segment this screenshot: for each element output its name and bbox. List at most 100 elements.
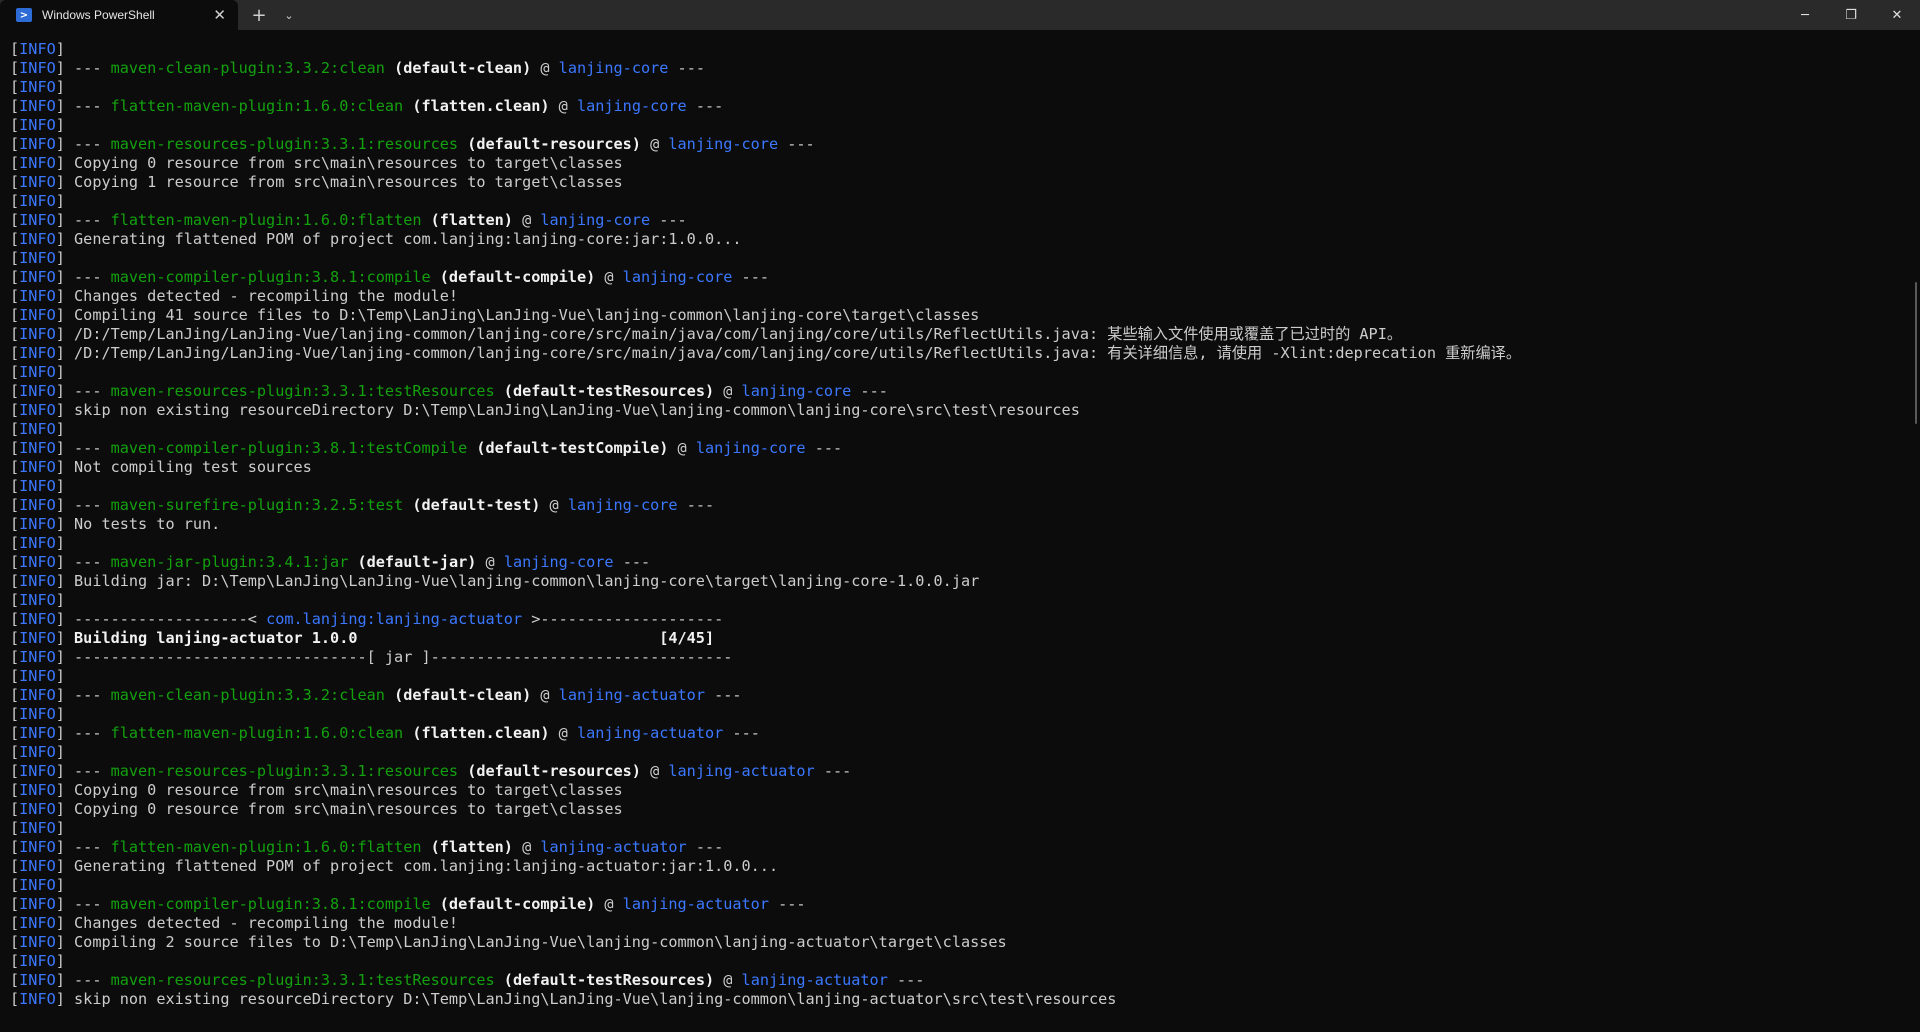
bracket-close: ] (55, 800, 75, 818)
terminal-line: [INFO] (10, 743, 1920, 762)
terminal-line: [INFO] (10, 952, 1920, 971)
project-name: lanjing-actuator (622, 895, 769, 913)
window-controls: ─ ❐ ✕ (1782, 0, 1920, 30)
new-tab-button[interactable]: + (240, 0, 278, 30)
plugin-suffix: --- (814, 762, 852, 780)
log-level: INFO (19, 154, 56, 172)
bracket-close: ] (55, 667, 75, 685)
artifact-name: com.lanjing:lanjing-actuator (266, 610, 523, 628)
plugin-prefix: --- (74, 135, 111, 153)
log-level: INFO (19, 59, 56, 77)
terminal-line: [INFO] --- flatten-maven-plugin:1.6.0:fl… (10, 838, 1920, 857)
bracket-open: [ (10, 135, 20, 153)
bracket-close: ] (55, 876, 75, 894)
terminal-line: [INFO] skip non existing resourceDirecto… (10, 990, 1920, 1009)
bracket-close: ] (55, 743, 75, 761)
bracket-close: ] (55, 59, 75, 77)
log-level: INFO (19, 534, 56, 552)
bracket-open: [ (10, 876, 20, 894)
bracket-close: ] (55, 781, 75, 799)
log-level: INFO (19, 667, 56, 685)
bracket-open: [ (10, 743, 20, 761)
plugin-suffix: --- (668, 59, 705, 77)
plugin-prefix: --- (74, 439, 111, 457)
log-level: INFO (19, 762, 56, 780)
plugin-goal: flatten-maven-plugin:1.6.0:clean (110, 97, 404, 115)
at-sign: @ (540, 496, 568, 514)
tab-windows-powershell[interactable]: > Windows PowerShell ✕ (0, 0, 238, 30)
log-text: Copying 1 resource from src\main\resourc… (74, 173, 623, 191)
plugin-suffix: --- (732, 268, 769, 286)
log-level: INFO (19, 914, 56, 932)
log-level: INFO (19, 800, 56, 818)
at-sign: @ (640, 135, 669, 153)
execution-id: (default-resources) (458, 135, 641, 153)
terminal-line: [INFO] --- flatten-maven-plugin:1.6.0:cl… (10, 97, 1920, 116)
bracket-open: [ (10, 325, 20, 343)
bracket-open: [ (10, 78, 20, 96)
terminal-line: [INFO] (10, 249, 1920, 268)
close-window-button[interactable]: ✕ (1874, 0, 1920, 30)
log-level: INFO (19, 268, 56, 286)
terminal-line: [INFO] (10, 420, 1920, 439)
header-right: >-------------------- (522, 610, 724, 628)
plugin-suffix: --- (650, 211, 687, 229)
log-level: INFO (19, 819, 56, 837)
bracket-close: ] (55, 629, 75, 647)
bracket-open: [ (10, 629, 20, 647)
log-level: INFO (19, 496, 56, 514)
project-name: lanjing-core (622, 268, 733, 286)
log-text: No tests to run. (74, 515, 221, 533)
log-level: INFO (19, 610, 56, 628)
project-name: lanjing-core (668, 135, 779, 153)
at-sign: @ (476, 553, 504, 571)
plugin-suffix: --- (613, 553, 651, 571)
chevron-down-icon[interactable]: ⌄ (278, 0, 300, 30)
log-level: INFO (19, 724, 56, 742)
bracket-open: [ (10, 420, 20, 438)
log-text: Generating flattened POM of project com.… (74, 230, 742, 248)
terminal-line: [INFO] Building lanjing-actuator 1.0.0 [… (10, 629, 1920, 648)
bracket-open: [ (10, 230, 20, 248)
plugin-prefix: --- (74, 496, 111, 514)
bracket-open: [ (10, 439, 20, 457)
bracket-open: [ (10, 952, 20, 970)
minimize-button[interactable]: ─ (1782, 0, 1828, 30)
bracket-open: [ (10, 116, 20, 134)
terminal-output[interactable]: [INFO] [INFO] --- maven-clean-plugin:3.3… (0, 30, 1920, 1032)
terminal-line: [INFO] --- maven-resources-plugin:3.3.1:… (10, 382, 1920, 401)
tab-close-icon[interactable]: ✕ (213, 6, 226, 24)
log-text: --------------------------------[ jar ]-… (74, 648, 733, 666)
bracket-open: [ (10, 496, 20, 514)
log-text: Compiling 41 source files to D:\Temp\Lan… (74, 306, 980, 324)
execution-id: (flatten.clean) (403, 97, 550, 115)
bracket-close: ] (55, 496, 75, 514)
at-sign: @ (549, 97, 577, 115)
bracket-open: [ (10, 97, 20, 115)
bracket-close: ] (55, 534, 75, 552)
log-level: INFO (19, 420, 56, 438)
bracket-open: [ (10, 363, 20, 381)
execution-id: (default-clean) (384, 686, 532, 704)
terminal-line: [INFO] Copying 0 resource from src\main\… (10, 154, 1920, 173)
terminal-line: [INFO] (10, 78, 1920, 97)
scrollbar[interactable] (1915, 282, 1917, 424)
bracket-open: [ (10, 800, 20, 818)
terminal-line: [INFO] Building jar: D:\Temp\LanJing\Lan… (10, 572, 1920, 591)
project-name: lanjing-actuator (668, 762, 815, 780)
bracket-open: [ (10, 591, 20, 609)
execution-id: (default-testCompile) (467, 439, 669, 457)
plugin-goal: flatten-maven-plugin:1.6.0:flatten (110, 211, 422, 229)
plugin-goal: flatten-maven-plugin:1.6.0:clean (110, 724, 404, 742)
bracket-close: ] (55, 952, 75, 970)
tab-title: Windows PowerShell (42, 8, 155, 22)
restore-button[interactable]: ❐ (1828, 0, 1874, 30)
plugin-prefix: --- (74, 382, 111, 400)
plugin-goal: maven-jar-plugin:3.4.1:jar (110, 553, 349, 571)
log-text: skip non existing resourceDirectory D:\T… (74, 990, 1117, 1008)
terminal-line: [INFO] --- maven-resources-plugin:3.3.1:… (10, 135, 1920, 154)
bracket-close: ] (55, 724, 75, 742)
plugin-suffix: --- (768, 895, 806, 913)
terminal-line: [INFO] Compiling 2 source files to D:\Te… (10, 933, 1920, 952)
bracket-open: [ (10, 648, 20, 666)
